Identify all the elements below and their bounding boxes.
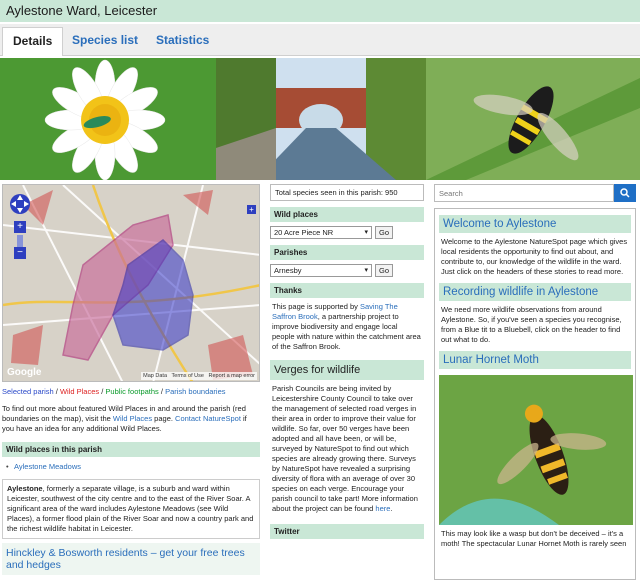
thanks-text: This page is supported by Saving The Saf… bbox=[270, 298, 424, 356]
parish-name: Aylestone bbox=[7, 484, 43, 493]
legend-selected-parish: Selected parish bbox=[2, 387, 54, 396]
thanks-text-part: This page is supported by bbox=[272, 302, 360, 311]
select-arrow-icon: ▾ bbox=[364, 229, 368, 236]
parishes-select-row: Arnesby ▾ Go bbox=[270, 264, 424, 277]
parish-map[interactable]: + − + Google Map Data Terms of Use Repor… bbox=[2, 184, 260, 382]
banner-hoverfly-photo bbox=[426, 58, 640, 180]
left-column: Selected parish / Wild Places / Public f… bbox=[2, 384, 260, 575]
moth-heading[interactable]: Lunar Hornet Moth bbox=[439, 351, 631, 369]
pan-arrows-icon[interactable] bbox=[9, 193, 31, 215]
zoom-slider[interactable] bbox=[17, 235, 23, 247]
zoom-out-icon[interactable]: − bbox=[14, 247, 26, 259]
terms-link[interactable]: Terms of Use bbox=[172, 373, 204, 379]
middle-column: Total species seen in this parish: 950 W… bbox=[270, 184, 424, 539]
parishes-go-button[interactable]: Go bbox=[375, 264, 394, 277]
info-text: page. bbox=[152, 414, 176, 423]
wild-places-link[interactable]: Wild Places bbox=[113, 414, 152, 423]
promo-link-free-trees[interactable]: Hinckley & Bosworth residents – get your… bbox=[2, 543, 260, 575]
parishes-selected-value: Arnesby bbox=[274, 266, 302, 275]
wild-place-link-aylestone-meadows[interactable]: Aylestone Meadows bbox=[2, 457, 260, 471]
wild-places-info: To find out more about featured Wild Pla… bbox=[2, 404, 260, 434]
verges-text-part: Parish Councils are being invited by Lei… bbox=[272, 384, 418, 513]
wild-places-selected-value: 20 Acre Piece NR bbox=[274, 228, 334, 237]
wild-places-heading: Wild places in this parish bbox=[2, 442, 260, 457]
welcome-text: Welcome to the Aylestone NatureSpot page… bbox=[441, 237, 628, 276]
legend-public-footpaths: Public footpaths bbox=[105, 387, 159, 396]
tab-statistics[interactable]: Statistics bbox=[146, 27, 219, 56]
wild-places-select[interactable]: 20 Acre Piece NR ▾ bbox=[270, 226, 372, 239]
search-icon bbox=[620, 188, 630, 198]
verges-more-info-link[interactable]: here bbox=[375, 504, 390, 513]
moth-text: This may look like a wasp but don't be d… bbox=[441, 529, 627, 548]
search-input[interactable] bbox=[434, 184, 614, 202]
verges-text-part: . bbox=[390, 504, 393, 513]
twitter-heading: Twitter bbox=[270, 524, 424, 539]
parishes-select[interactable]: Arnesby ▾ bbox=[270, 264, 372, 277]
wild-places-go-button[interactable]: Go bbox=[375, 226, 394, 239]
lunar-hornet-moth-photo bbox=[439, 375, 633, 525]
tab-species-list[interactable]: Species list bbox=[62, 27, 148, 56]
select-arrow-icon: ▾ bbox=[364, 267, 368, 274]
wild-places-select-row: 20 Acre Piece NR ▾ Go bbox=[270, 226, 424, 239]
map-data-link[interactable]: Map Data bbox=[143, 373, 167, 379]
wild-places-select-heading: Wild places bbox=[270, 207, 424, 222]
expand-icon[interactable]: + bbox=[247, 205, 256, 214]
recording-text: We need more wildlife observations from … bbox=[441, 305, 622, 344]
parish-description-text: , formerly a separate village, is a subu… bbox=[7, 484, 254, 533]
recording-heading[interactable]: Recording wildlife in Aylestone bbox=[439, 283, 631, 301]
report-map-error-link[interactable]: Report a map error bbox=[209, 373, 255, 379]
parish-description: Aylestone, formerly a separate village, … bbox=[2, 479, 260, 539]
map-footer: Map Data Terms of Use Report a map error bbox=[141, 372, 257, 380]
zoom-in-icon[interactable]: + bbox=[14, 221, 26, 233]
page-title: Aylestone Ward, Leicester bbox=[0, 0, 640, 22]
verges-heading: Verges for wildlife bbox=[270, 360, 424, 380]
legend-wild-places: Wild Places bbox=[59, 387, 100, 396]
banner-canal-photo bbox=[216, 58, 426, 180]
search-bar bbox=[434, 184, 636, 202]
contact-naturespot-link[interactable]: Contact NatureSpot bbox=[175, 414, 241, 423]
banner-daisy-photo bbox=[0, 58, 216, 180]
verges-text: Parish Councils are being invited by Lei… bbox=[270, 380, 424, 518]
legend-parish-boundaries: Parish boundaries bbox=[165, 387, 226, 396]
right-column: Welcome to Aylestone Welcome to the Ayle… bbox=[434, 208, 636, 580]
thanks-heading: Thanks bbox=[270, 283, 424, 298]
tab-bar: Details Species list Statistics bbox=[0, 24, 640, 56]
total-species: Total species seen in this parish: 950 bbox=[270, 184, 424, 201]
parishes-heading: Parishes bbox=[270, 245, 424, 260]
welcome-heading[interactable]: Welcome to Aylestone bbox=[439, 215, 631, 233]
tab-details[interactable]: Details bbox=[2, 27, 64, 56]
search-button[interactable] bbox=[614, 184, 636, 202]
map-legend: Selected parish / Wild Places / Public f… bbox=[2, 387, 260, 396]
google-logo: Google bbox=[7, 367, 42, 378]
